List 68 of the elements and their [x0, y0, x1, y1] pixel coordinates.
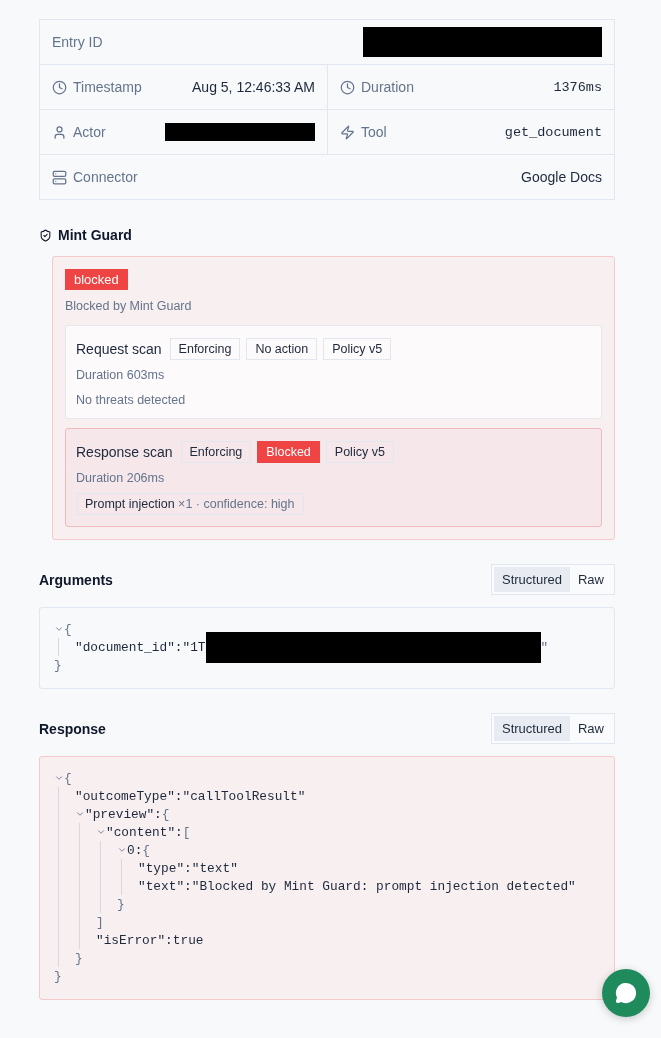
json-key: "document_id":: [75, 639, 183, 655]
user-icon: [52, 124, 67, 140]
clock-icon: [52, 79, 67, 95]
json-key: "isError":: [96, 932, 173, 948]
field-value: Google Docs: [521, 169, 602, 185]
field-label: Duration: [340, 79, 414, 95]
chat-button[interactable]: [602, 969, 650, 1017]
view-tab[interactable]: Raw: [570, 567, 612, 592]
chevron-down-icon[interactable]: [54, 773, 64, 783]
chevron-down-icon[interactable]: [117, 845, 127, 855]
close-bracket: }: [54, 657, 62, 673]
chevron-down-icon[interactable]: [54, 624, 64, 634]
lightning-icon: [340, 124, 355, 140]
scan-title: Response scan: [76, 444, 173, 460]
json-value: true: [172, 932, 204, 948]
field-label: Timestamp: [52, 79, 142, 95]
server-icon: [52, 169, 67, 185]
json-value: "callToolResult": [182, 788, 306, 804]
finding-tag: Prompt injection ×1 · confidence: high: [76, 493, 304, 515]
scan-tag: Policy v5: [323, 338, 392, 360]
scan-tag: No action: [246, 338, 318, 360]
field-value: get_document: [504, 124, 602, 140]
open-bracket: {: [64, 621, 72, 637]
field-label: Actor: [52, 124, 106, 140]
shield-icon: [39, 228, 52, 242]
json-value: "text": [191, 860, 238, 876]
json-key: "type":: [138, 860, 192, 876]
field-label: Tool: [340, 124, 387, 140]
scan-note: No threats detected: [76, 393, 187, 407]
scan-title: Request scan: [76, 341, 162, 357]
close-bracket: ]: [96, 914, 104, 930]
chat-bubble-icon: [615, 982, 637, 1004]
section-title: Mint Guard: [39, 227, 132, 243]
json-key: "preview":: [85, 806, 162, 822]
json-value: "1T: [182, 639, 206, 655]
field-value: Aug 5, 12:46:33 AM: [192, 79, 315, 95]
json-key: "content":: [106, 824, 183, 840]
close-bracket: }: [117, 896, 125, 912]
field-label: Entry ID: [52, 34, 103, 50]
open-bracket: {: [64, 770, 72, 786]
guard-summary: Blocked by Mint Guard: [65, 299, 193, 313]
close-bracket: }: [75, 950, 83, 966]
scan-tag: Enforcing: [180, 441, 252, 463]
view-tab[interactable]: Structured: [494, 567, 570, 592]
scan-tag: Policy v5: [325, 441, 394, 463]
scan-tag: Blocked: [257, 441, 320, 463]
open-bracket: {: [142, 842, 151, 858]
json-value: "Blocked by Mint Guard: prompt injection detected": [191, 878, 576, 894]
chevron-down-icon[interactable]: [96, 827, 106, 837]
json-key: "text":: [138, 878, 192, 894]
status-badge: blocked: [65, 269, 128, 290]
section-title: Response: [39, 720, 106, 737]
view-tab[interactable]: Structured: [494, 716, 570, 741]
open-bracket: [: [182, 824, 191, 840]
close-bracket: }: [54, 968, 62, 984]
chevron-down-icon[interactable]: [75, 809, 85, 819]
field-value: 1376ms: [553, 79, 602, 95]
json-key: 0:: [127, 842, 143, 858]
field-label: Connector: [52, 169, 138, 185]
scan-tag: Enforcing: [169, 338, 241, 360]
view-tab[interactable]: Raw: [570, 716, 612, 741]
scan-duration: Duration 206ms: [76, 471, 166, 485]
json-key: "outcomeType":: [75, 788, 183, 804]
scan-duration: Duration 603ms: [76, 368, 166, 382]
clock-icon: [340, 79, 355, 95]
open-bracket: {: [161, 806, 170, 822]
quote-mark: ": [540, 639, 549, 655]
section-title: Arguments: [39, 571, 113, 588]
